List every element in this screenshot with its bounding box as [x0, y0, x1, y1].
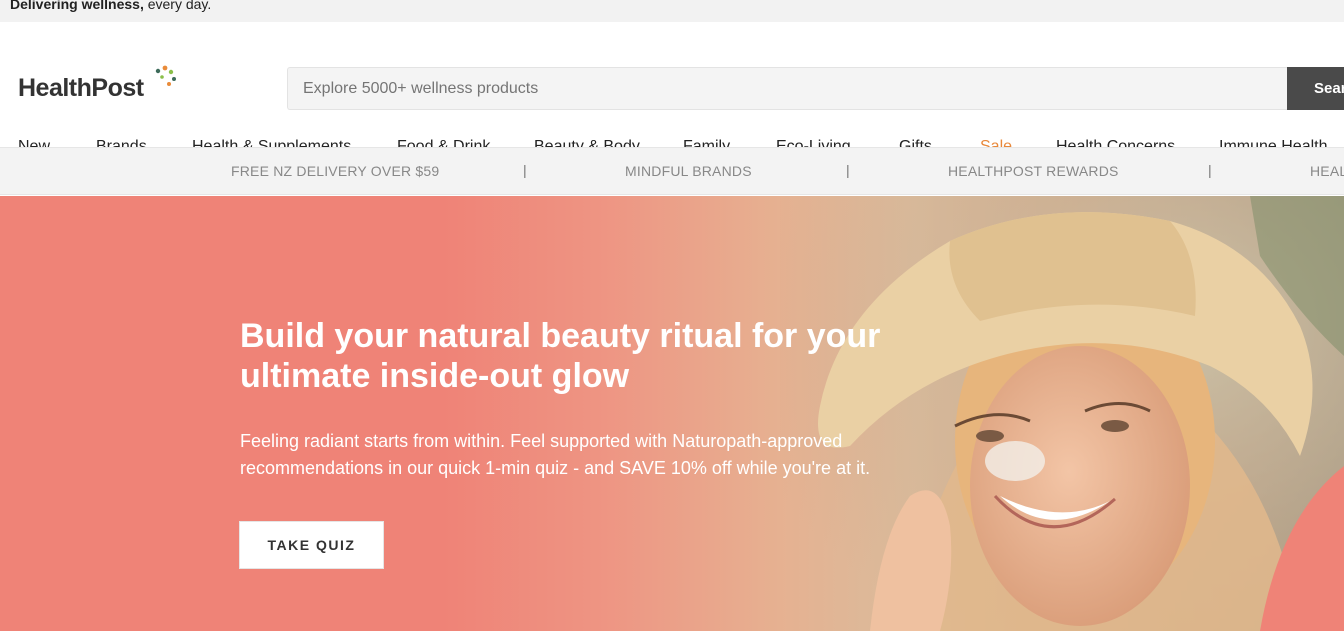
usp-mindful-brands[interactable]: MINDFUL BRANDS — [625, 163, 752, 179]
hero-description: Feeling radiant starts from within. Feel… — [240, 428, 930, 482]
hero-text-line1: Feeling radiant starts from within. Feel… — [240, 431, 843, 451]
usp-separator: | — [1208, 162, 1212, 178]
usp-separator: | — [523, 162, 527, 178]
take-quiz-button[interactable]: TAKE QUIZ — [239, 521, 384, 569]
usp-separator: | — [846, 162, 850, 178]
announcement-rest: every day. — [143, 0, 212, 12]
usp-strip: FREE NZ DELIVERY OVER $59 | MINDFUL BRAN… — [0, 147, 1344, 195]
logo-leaf-icon — [155, 65, 176, 86]
hero-title-line2: ultimate inside-out glow — [240, 357, 630, 395]
hero-woman-image — [780, 196, 1344, 631]
hero-banner: Build your natural beauty ritual for you… — [0, 196, 1344, 631]
announcement-strong: Delivering wellness, — [10, 0, 144, 12]
logo[interactable]: HealthPost — [18, 74, 144, 103]
hero-title-line1: Build your natural beauty ritual for you… — [240, 317, 881, 355]
hero-title: Build your natural beauty ritual for you… — [240, 316, 940, 396]
search-button[interactable]: Sear — [1287, 67, 1344, 110]
usp-rewards[interactable]: HEALTHPOST REWARDS — [948, 163, 1119, 179]
site-header: HealthPost Sear New Brands Health & Supp… — [0, 22, 1344, 155]
hero-text-line2: recommendations in our quick 1-min quiz … — [240, 458, 871, 478]
usp-heal[interactable]: HEAL — [1310, 163, 1344, 179]
usp-free-delivery[interactable]: FREE NZ DELIVERY OVER $59 — [231, 163, 439, 179]
search-input[interactable] — [287, 67, 1287, 110]
announcement-bar: Delivering wellness, every day. — [0, 0, 1344, 22]
